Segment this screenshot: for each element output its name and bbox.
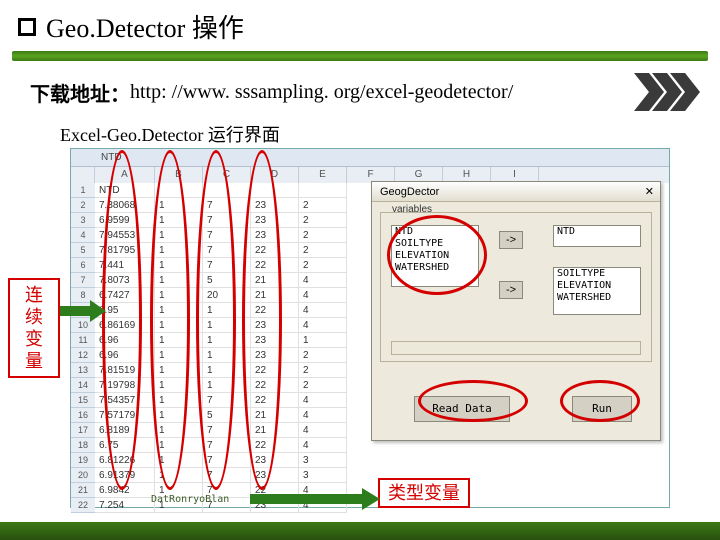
download-url: http: //www. sssampling. org/excel-geode… [130,81,513,104]
x-variables-list[interactable]: SOILTYPEELEVATIONWATERSHED [553,267,641,315]
variables-groupbox: NTDSOILTYPEELEVATIONWATERSHED -> NTD -> … [380,212,652,362]
label-continuous-variable: 连续变量 [8,278,60,378]
download-url-row: 下载地址： http: //www. sssampling. org/excel… [0,69,720,121]
chevron-decor-icon [634,73,704,111]
dialog-title-text: GeogDector [380,182,439,201]
arrow-right-icon [250,488,380,510]
formula-bar[interactable]: NTD [71,149,669,167]
move-to-x-button[interactable]: -> [499,281,523,299]
horizontal-scrollbar[interactable] [391,341,641,355]
slide-title: Geo.Detector 操作 [46,8,244,45]
slide-title-row: Geo.Detector 操作 [0,0,720,51]
excel-screenshot: NTD A B C D E F G H I 123456789101112131… [70,148,670,508]
y-variable-list[interactable]: NTD [553,225,641,247]
label-categorical-variable: 类型变量 [378,478,470,508]
divider-bar [12,51,708,61]
footer-path: DatRonryoBlan [151,494,229,505]
download-label: 下载地址： [30,78,130,107]
move-to-y-button[interactable]: -> [499,231,523,249]
read-data-button[interactable]: Read Data [414,396,510,422]
slide-footer-bar [0,522,720,540]
dialog-titlebar[interactable]: GeogDector ✕ [372,182,660,202]
close-icon[interactable]: ✕ [645,182,654,201]
run-button[interactable]: Run [572,396,632,422]
arrow-right-icon [60,300,106,322]
cell-grid[interactable]: NTD7.38068172326.9599172327.94553172327.… [95,183,347,513]
variables-source-list[interactable]: NTDSOILTYPEELEVATIONWATERSHED [391,225,479,287]
title-bullet-icon [18,18,36,36]
geogdetector-dialog[interactable]: GeogDector ✕ variables NTDSOILTYPEELEVAT… [371,181,661,441]
row-headers: 12345678910111213141516171819202122 [71,183,95,513]
